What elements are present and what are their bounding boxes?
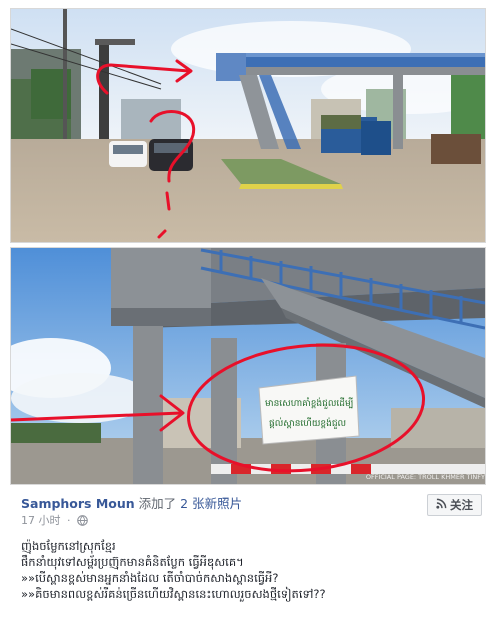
rss-icon	[436, 498, 447, 512]
author-name-link[interactable]: Samphors Moun	[21, 496, 135, 511]
photo-2-scene: មានសេហាគាំខ្ពង់ជួលដើម្បី ផ្តល់ស្ពានហើយខ្…	[11, 248, 485, 484]
follow-label: 关注	[450, 498, 473, 512]
follow-button[interactable]: 关注	[427, 494, 482, 516]
post-meta: 17 小时 ·	[21, 512, 88, 529]
post-photo-1[interactable]	[10, 8, 486, 243]
post-line-4: »»គិចមានពលខ្ពស់រីគន់ច្រើនហើយវិស្ពាននេះហោ…	[21, 587, 326, 601]
post-line-3: »»បើស្ពានខ្ពស់មានអ្នកនាំងដែល តើចាំបាច់កស…	[21, 571, 279, 585]
author-line: Samphors Moun 添加了 2 张新照片	[21, 493, 242, 512]
post-body: ញ៉ុងចម្លែកនៅស្រុកខ្មែរ ផឹកនាំយុវទៅសម្ព័រ…	[21, 538, 481, 602]
photo-1-scene	[11, 9, 485, 242]
photo-count-link[interactable]: 2 张新照片	[180, 496, 242, 511]
post-header: Samphors Moun 添加了 2 张新照片 17 小时 · 关注	[0, 486, 490, 529]
post-photo-2[interactable]: មានសេហាគាំខ្ពង់ជួលដើម្បី ផ្តល់ស្ពានហើយខ្…	[10, 247, 486, 485]
post-line-2: ផឹកនាំយុវទៅសម្ព័រប្រញ៊ុកមានគំនិតប្លែក ធ្…	[21, 555, 244, 569]
globe-icon[interactable]	[77, 515, 88, 529]
meta-separator: ·	[67, 514, 71, 527]
post-action-text: 添加了	[138, 496, 177, 511]
post-line-1: ញ៉ុងចម្លែកនៅស្រុកខ្មែរ	[21, 539, 116, 553]
post-timestamp-link[interactable]: 17 小时	[21, 514, 61, 527]
photo-watermark: OFFICIAL PAGE: TROLL KHMER TINFY	[366, 473, 485, 481]
banner-line-2: ផ្តល់ស្ពានហើយខ្ពង់ជួល	[269, 417, 347, 429]
banner-line-1: មានសេហាគាំខ្ពង់ជួលដើម្បី	[265, 397, 354, 409]
